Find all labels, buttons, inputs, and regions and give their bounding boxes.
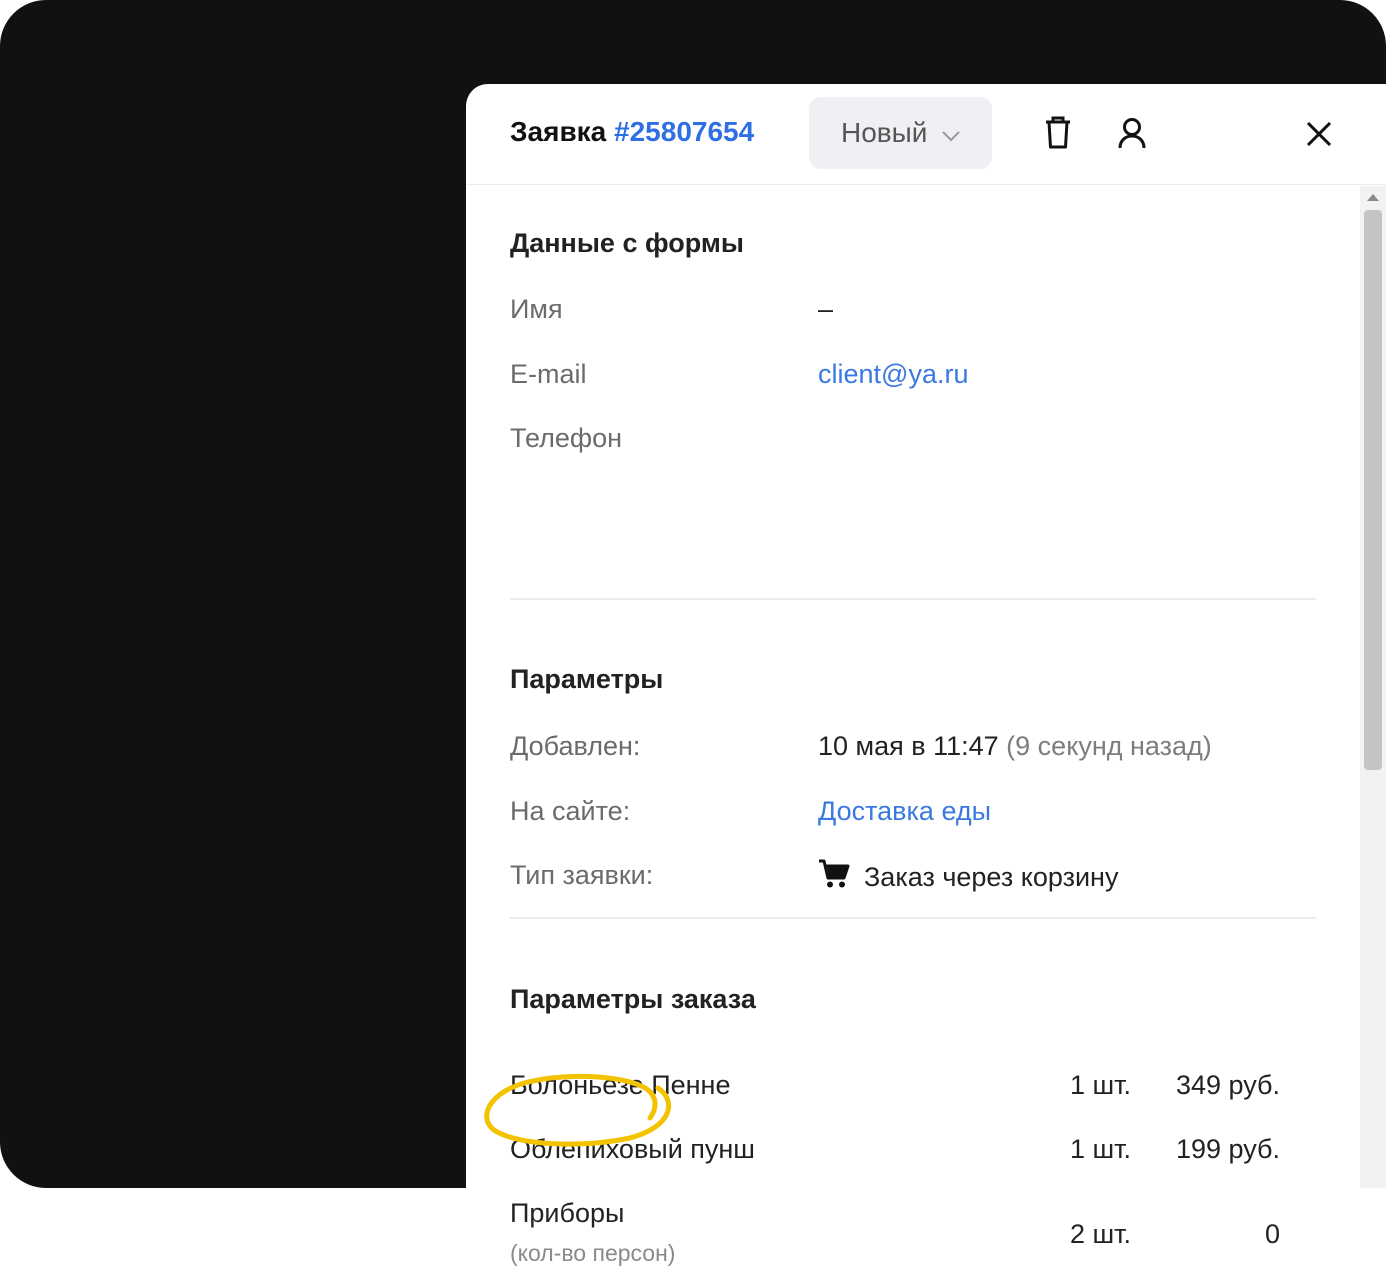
- field-value-name: –: [818, 294, 834, 324]
- order-item-name: Облепиховый пунш: [510, 1134, 755, 1164]
- site-label: На сайте:: [510, 796, 631, 826]
- order-item-qty: 2 шт.: [1070, 1219, 1132, 1249]
- cart-icon: [818, 859, 850, 896]
- type-value: Заказ через корзину: [818, 859, 1118, 896]
- section-title-parameters: Параметры: [510, 664, 664, 694]
- field-label-email: E-mail: [510, 359, 587, 389]
- order-item-qty: 1 шт.: [1070, 1134, 1132, 1164]
- section-divider: [510, 917, 1316, 919]
- added-date: 10 мая в 11:47: [818, 731, 999, 761]
- order-panel: Заявка #25807654 Новый Данные с формы Им…: [466, 84, 1386, 1266]
- field-label-phone: Телефон: [510, 423, 623, 453]
- type-label: Тип заявки:: [510, 860, 654, 890]
- section-title-form: Данные с формы: [510, 228, 744, 258]
- chevron-down-icon: [941, 117, 961, 149]
- email-link[interactable]: client@ya.ru: [818, 359, 968, 390]
- order-item-price: 0: [1264, 1219, 1280, 1249]
- section-title-order: Параметры заказа: [510, 984, 756, 1014]
- user-icon[interactable]: [1118, 117, 1146, 154]
- close-icon[interactable]: [1306, 121, 1332, 152]
- added-label: Добавлен:: [510, 731, 641, 761]
- order-item-name: Болоньезе Пенне: [510, 1070, 731, 1100]
- order-item-sub: (кол-во персон): [510, 1240, 676, 1266]
- type-text: Заказ через корзину: [864, 862, 1119, 892]
- scrollbar[interactable]: [1360, 186, 1386, 1188]
- added-ago: (9 секунд назад): [1006, 731, 1212, 761]
- trash-icon[interactable]: [1044, 116, 1072, 155]
- panel-header: Заявка #25807654 Новый: [466, 84, 1386, 185]
- added-value: 10 мая в 11:47 (9 секунд назад): [818, 731, 1212, 762]
- status-dropdown[interactable]: Новый: [809, 97, 992, 169]
- order-item-name: Приборы: [510, 1198, 625, 1228]
- order-number: #25807654: [614, 116, 755, 147]
- order-item-qty: 1 шт.: [1070, 1070, 1132, 1100]
- section-divider: [510, 598, 1316, 600]
- field-label-name: Имя: [510, 294, 563, 324]
- site-link[interactable]: Доставка еды: [818, 796, 991, 827]
- order-item-price: 199 руб.: [1175, 1134, 1280, 1164]
- order-item-price: 349 руб.: [1175, 1070, 1280, 1100]
- scrollbar-thumb[interactable]: [1364, 210, 1382, 770]
- order-title-prefix: Заявка: [510, 116, 607, 147]
- order-title: Заявка #25807654: [510, 116, 754, 148]
- status-value: Новый: [841, 117, 928, 148]
- scroll-up-arrow-icon[interactable]: [1367, 194, 1379, 201]
